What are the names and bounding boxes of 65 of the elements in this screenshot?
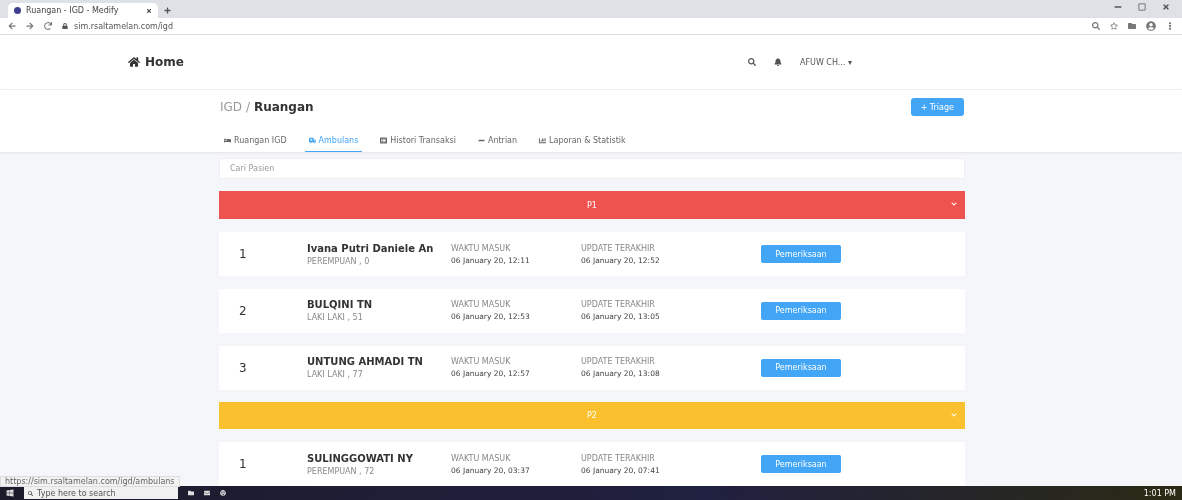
reload-icon: [44, 22, 52, 30]
lock-icon: [62, 23, 68, 29]
menu-icon: [1166, 22, 1174, 30]
field-label: UPDATE TERAKHIR: [581, 300, 656, 310]
house-icon: [128, 56, 140, 68]
nav-tab[interactable]: Histori Transaksi: [376, 136, 460, 152]
search-icon: [747, 58, 756, 66]
bell-icon: [773, 58, 782, 66]
queue-number: 1: [239, 247, 248, 261]
search-icon: [28, 490, 33, 496]
address-field[interactable]: sim.rsaltamelan.com/igd: [62, 21, 173, 31]
nav-tab[interactable]: Laporan & Statistik: [535, 136, 630, 152]
site-icon: [14, 7, 21, 14]
tab-icon: [477, 137, 485, 144]
star-icon: [1110, 22, 1118, 30]
new-tab-icon: [164, 7, 171, 14]
user-menu[interactable]: AFUW CH... ▾: [799, 57, 852, 67]
taskbar-search[interactable]: Type here to search: [24, 487, 178, 499]
patient-detail: PEREMPUAN , 72: [307, 466, 376, 476]
field-label: UPDATE TERAKHIR: [581, 357, 656, 367]
folder-icon: [188, 490, 194, 496]
tab-title: Ruangan - IGD - Medify: [26, 6, 119, 15]
priority-label: P1: [587, 200, 597, 210]
home-link[interactable]: Home: [128, 55, 184, 69]
patient-name: Ivana Putri Daniele An: [307, 242, 435, 254]
field-label: UPDATE TERAKHIR: [581, 453, 656, 463]
page-title: Ruangan: [253, 100, 314, 114]
nav-tab[interactable]: Ruangan IGD: [220, 136, 291, 152]
maximize-icon: [1138, 3, 1146, 11]
patient-name: BULQINI TN: [307, 299, 374, 311]
field-label: WAKTU MASUK: [451, 357, 512, 367]
clock: 1:01 PM: [1143, 488, 1176, 498]
chevron-icon: [951, 201, 957, 208]
patient-detail: LAKI LAKI , 51: [307, 313, 364, 323]
forward-icon: [26, 22, 34, 30]
patient-name: SULINGGOWATI NY: [307, 452, 414, 464]
field-label: WAKTU MASUK: [451, 243, 512, 253]
browser-tab[interactable]: Ruangan - IGD - Medify: [8, 3, 158, 18]
minimize-icon: [1114, 3, 1122, 11]
chevron-icon: [951, 411, 957, 418]
queue-number: 1: [239, 457, 248, 472]
close-icon: [1162, 3, 1170, 11]
tab-icon: [308, 137, 316, 144]
queue-number: 3: [239, 360, 248, 375]
priority-bar[interactable]: P1: [219, 191, 965, 220]
tab-icon: [224, 137, 231, 144]
mail-icon: [204, 490, 210, 496]
priority-label: P2: [587, 410, 597, 420]
tab-icon: [380, 137, 388, 144]
tab-icon: [539, 137, 547, 144]
search-field[interactable]: Cari Pasien: [219, 158, 965, 180]
patient-detail: LAKI LAKI , 77: [307, 370, 364, 380]
patient-name: UNTUNG AHMADI TN: [307, 356, 424, 368]
field-label: WAKTU MASUK: [451, 300, 512, 310]
start-icon: [6, 489, 14, 497]
queue-number: 2: [239, 303, 248, 318]
profile-icon: [1146, 21, 1156, 31]
patient-detail: PEREMPUAN , 0: [307, 256, 371, 266]
search-icon: [1092, 22, 1100, 30]
nav-tab[interactable]: Antrian: [473, 136, 522, 152]
field-label: WAKTU MASUK: [451, 453, 512, 463]
back-icon: [8, 22, 16, 30]
field-label: UPDATE TERAKHIR: [581, 243, 656, 253]
browser-icon: [220, 490, 226, 496]
close-icon: [146, 7, 152, 14]
